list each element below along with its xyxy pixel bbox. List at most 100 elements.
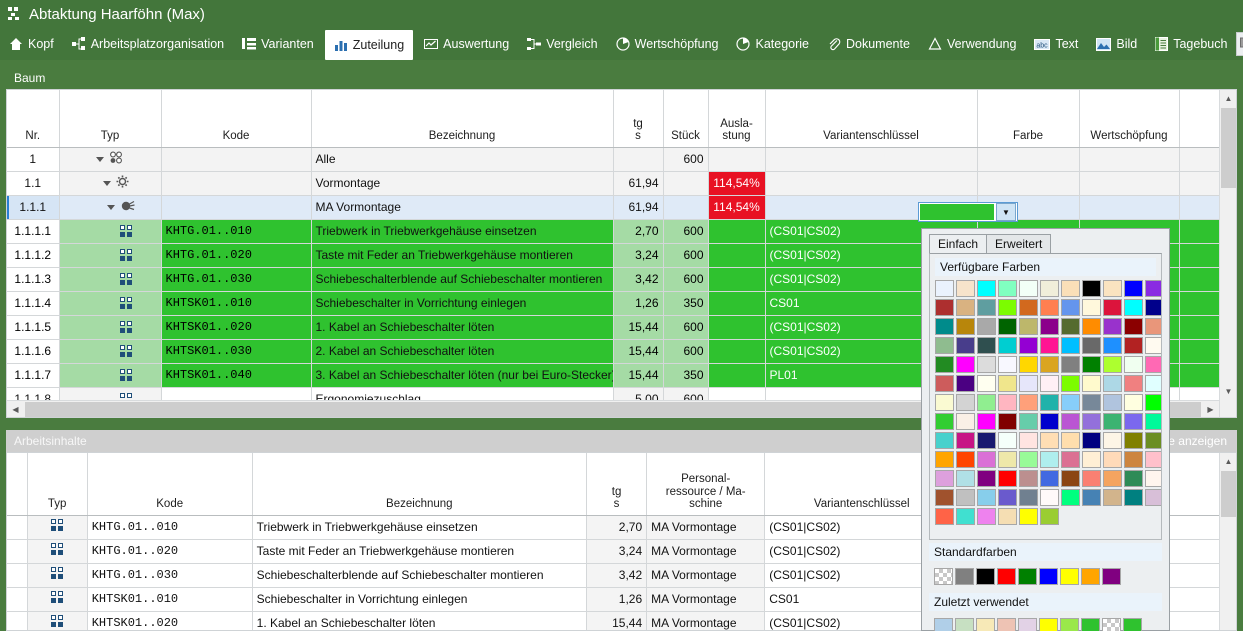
color-swatch-available[interactable] <box>956 432 975 449</box>
scroll-down-icon[interactable]: ▼ <box>1220 383 1236 400</box>
color-swatch-available[interactable] <box>998 413 1017 430</box>
color-swatch-available[interactable] <box>1061 318 1080 335</box>
color-swatch-available[interactable] <box>1103 356 1122 373</box>
color-swatch-available[interactable] <box>1040 299 1059 316</box>
color-swatch-standard[interactable] <box>1081 568 1100 585</box>
cell-kode[interactable]: KHTG.01..010 <box>161 219 312 244</box>
cell-nr[interactable]: 1.1.1.7 <box>7 363 60 388</box>
cell-bezeichnung[interactable]: Schiebeschalter in Vorrichtung einlegen <box>311 291 614 316</box>
cell-tg[interactable]: 61,94 <box>613 171 664 196</box>
color-swatch-standard[interactable] <box>1060 568 1079 585</box>
recent-colors-grid[interactable] <box>929 615 1162 631</box>
cell-auslastung[interactable] <box>708 243 766 268</box>
color-swatch-available[interactable] <box>1040 470 1059 487</box>
cell-tg[interactable]: 3,42 <box>586 563 648 588</box>
color-swatch-available[interactable] <box>1145 489 1161 506</box>
color-swatch-available[interactable] <box>1019 451 1038 468</box>
color-swatch-available[interactable] <box>1103 470 1122 487</box>
color-swatch-available[interactable] <box>1145 470 1161 487</box>
cell-typ[interactable] <box>59 339 162 364</box>
cell-farbe[interactable] <box>977 171 1080 196</box>
cell-typ[interactable] <box>59 315 162 340</box>
color-swatch-available[interactable] <box>977 451 996 468</box>
cell-auslastung[interactable] <box>708 315 766 340</box>
scroll-up-icon[interactable]: ▲ <box>1220 90 1236 107</box>
color-swatch-available[interactable] <box>977 489 996 506</box>
color-swatch-available[interactable] <box>1124 280 1143 297</box>
chevron-down-icon[interactable]: ▼ <box>996 203 1016 221</box>
cell-nr[interactable]: 1.1.1.3 <box>7 267 60 292</box>
available-colors-grid[interactable] <box>935 280 1161 525</box>
color-swatch-available[interactable] <box>956 489 975 506</box>
tab-tagebuch[interactable]: Tagebuch <box>1146 28 1236 60</box>
color-swatch-standard[interactable] <box>934 568 953 585</box>
color-swatch-available[interactable] <box>956 356 975 373</box>
cell-nr[interactable]: 1.1.1.1 <box>7 219 60 244</box>
color-swatch-available[interactable] <box>1124 394 1143 411</box>
cell-personalressource[interactable]: MA Vormontage <box>646 539 766 564</box>
color-swatch-available[interactable] <box>935 375 954 392</box>
color-swatch-available[interactable] <box>1040 489 1059 506</box>
cell-bezeichnung[interactable]: Vormontage <box>311 171 614 196</box>
color-swatch-available[interactable] <box>998 470 1017 487</box>
color-swatch-available[interactable] <box>977 318 996 335</box>
color-swatch-available[interactable] <box>1019 337 1038 354</box>
color-swatch-recent[interactable] <box>997 618 1016 631</box>
color-swatch-available[interactable] <box>1061 356 1080 373</box>
color-swatch-available[interactable] <box>935 318 954 335</box>
color-swatch-available[interactable] <box>1061 470 1080 487</box>
col-header-tg[interactable]: tg s <box>613 90 664 148</box>
cell-typ[interactable] <box>59 267 162 292</box>
cell-kode[interactable]: KHTSK01..020 <box>87 611 253 630</box>
color-swatch-available[interactable] <box>1145 318 1161 335</box>
color-swatch-available[interactable] <box>1145 413 1161 430</box>
cell-personalressource[interactable]: MA Vormontage <box>646 515 766 540</box>
color-swatch-available[interactable] <box>1019 356 1038 373</box>
color-swatch-available[interactable] <box>1145 337 1161 354</box>
color-swatch-available[interactable] <box>1061 489 1080 506</box>
color-swatch-available[interactable] <box>1082 318 1101 335</box>
color-swatch-available[interactable] <box>977 432 996 449</box>
color-swatch-available[interactable] <box>998 375 1017 392</box>
tab-einfach[interactable]: Einfach <box>929 234 988 253</box>
color-swatch-available[interactable] <box>1019 508 1038 525</box>
cell-typ[interactable] <box>27 611 88 630</box>
farbe-dropdown[interactable]: ▼ <box>918 202 1018 222</box>
cell-stueck[interactable] <box>663 195 709 220</box>
color-swatch-available[interactable] <box>1103 394 1122 411</box>
col-header-typ[interactable]: Typ <box>59 90 162 148</box>
cell-typ[interactable] <box>59 243 162 268</box>
tab-kategorie[interactable]: Kategorie <box>727 28 818 60</box>
cell-typ[interactable] <box>27 539 88 564</box>
cell-bezeichnung[interactable]: Alle <box>311 147 614 172</box>
cell-typ[interactable] <box>27 563 88 588</box>
color-swatch-available[interactable] <box>977 413 996 430</box>
color-swatch-available[interactable] <box>956 413 975 430</box>
col-header-personalressource[interactable]: Personal- ressource / Ma- schine <box>646 453 766 516</box>
cell-bezeichnung[interactable]: Taste mit Feder an Triebwerkgehäuse mont… <box>311 243 614 268</box>
color-swatch-available[interactable] <box>956 337 975 354</box>
cell-typ[interactable] <box>59 291 162 316</box>
cell-typ[interactable] <box>27 587 88 612</box>
color-swatch-available[interactable] <box>1019 394 1038 411</box>
color-swatch-available[interactable] <box>1040 451 1059 468</box>
color-swatch-available[interactable] <box>1040 394 1059 411</box>
color-swatch-available[interactable] <box>956 375 975 392</box>
color-swatch-available[interactable] <box>1103 432 1122 449</box>
color-swatch-available[interactable] <box>1019 375 1038 392</box>
color-swatch-available[interactable] <box>998 356 1017 373</box>
color-swatch-standard[interactable] <box>955 568 974 585</box>
cell-typ[interactable] <box>59 195 162 220</box>
cell-select[interactable] <box>7 515 28 540</box>
cell-kode[interactable]: KHTG.01..020 <box>87 539 253 564</box>
cell-tg[interactable]: 3,24 <box>586 539 648 564</box>
cell-auslastung[interactable] <box>708 267 766 292</box>
color-swatch-available[interactable] <box>1040 280 1059 297</box>
color-swatch-available[interactable] <box>1124 470 1143 487</box>
table-row[interactable]: 1 Alle 600 <box>7 147 1221 172</box>
cell-typ[interactable] <box>59 171 162 196</box>
cell-auslastung[interactable] <box>708 339 766 364</box>
cell-nr[interactable]: 1.1.1.6 <box>7 339 60 364</box>
cell-stueck[interactable] <box>663 171 709 196</box>
color-swatch-available[interactable] <box>998 299 1017 316</box>
